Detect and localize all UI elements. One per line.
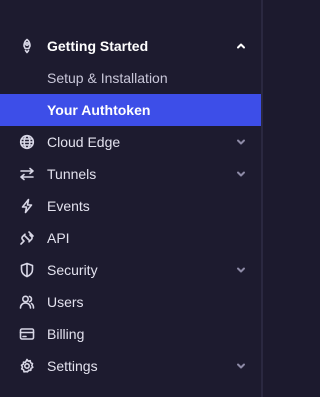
sidebar-item-label: Billing xyxy=(47,326,85,342)
lightning-icon xyxy=(18,197,36,215)
chevron-down-icon[interactable] xyxy=(235,360,247,372)
credit-card-icon xyxy=(18,325,36,343)
nav-list: Getting Started Setup & Installation You… xyxy=(0,30,261,382)
sidebar-subitem-label: Your Authtoken xyxy=(47,102,151,118)
sidebar-item-billing[interactable]: Billing xyxy=(0,318,261,350)
sidebar-item-label: Cloud Edge xyxy=(47,134,121,150)
sidebar-nav: Getting Started Setup & Installation You… xyxy=(0,0,263,397)
gear-icon xyxy=(18,357,36,375)
sidebar-item-label: Tunnels xyxy=(47,166,97,182)
sidebar-item-getting-started[interactable]: Getting Started xyxy=(0,30,261,62)
sidebar-item-security[interactable]: Security xyxy=(0,254,261,286)
users-icon xyxy=(18,293,36,311)
sidebar-item-label: Security xyxy=(47,262,98,278)
rocket-icon xyxy=(18,37,36,55)
sidebar-item-users[interactable]: Users xyxy=(0,286,261,318)
sidebar-item-label: Events xyxy=(47,198,90,214)
shield-icon xyxy=(18,261,36,279)
sidebar-item-label: Users xyxy=(47,294,84,310)
sidebar-subitem-label: Setup & Installation xyxy=(47,70,168,86)
sidebar-item-api[interactable]: API xyxy=(0,222,261,254)
sidebar-subitem-setup-installation[interactable]: Setup & Installation xyxy=(0,62,261,94)
chevron-down-icon[interactable] xyxy=(235,168,247,180)
arrows-swap-icon xyxy=(18,165,36,183)
sidebar-item-cloud-edge[interactable]: Cloud Edge xyxy=(0,126,261,158)
sidebar-item-label: Getting Started xyxy=(47,38,149,54)
sidebar-item-label: Settings xyxy=(47,358,98,374)
sidebar-item-tunnels[interactable]: Tunnels xyxy=(0,158,261,190)
chevron-down-icon[interactable] xyxy=(235,136,247,148)
chevron-down-icon[interactable] xyxy=(235,264,247,276)
sidebar-item-label: API xyxy=(47,230,70,246)
globe-icon xyxy=(18,133,36,151)
plug-icon xyxy=(18,229,36,247)
sidebar-item-events[interactable]: Events xyxy=(0,190,261,222)
sidebar-item-settings[interactable]: Settings xyxy=(0,350,261,382)
chevron-up-icon[interactable] xyxy=(235,40,247,52)
sidebar-subitem-your-authtoken[interactable]: Your Authtoken xyxy=(0,94,261,126)
